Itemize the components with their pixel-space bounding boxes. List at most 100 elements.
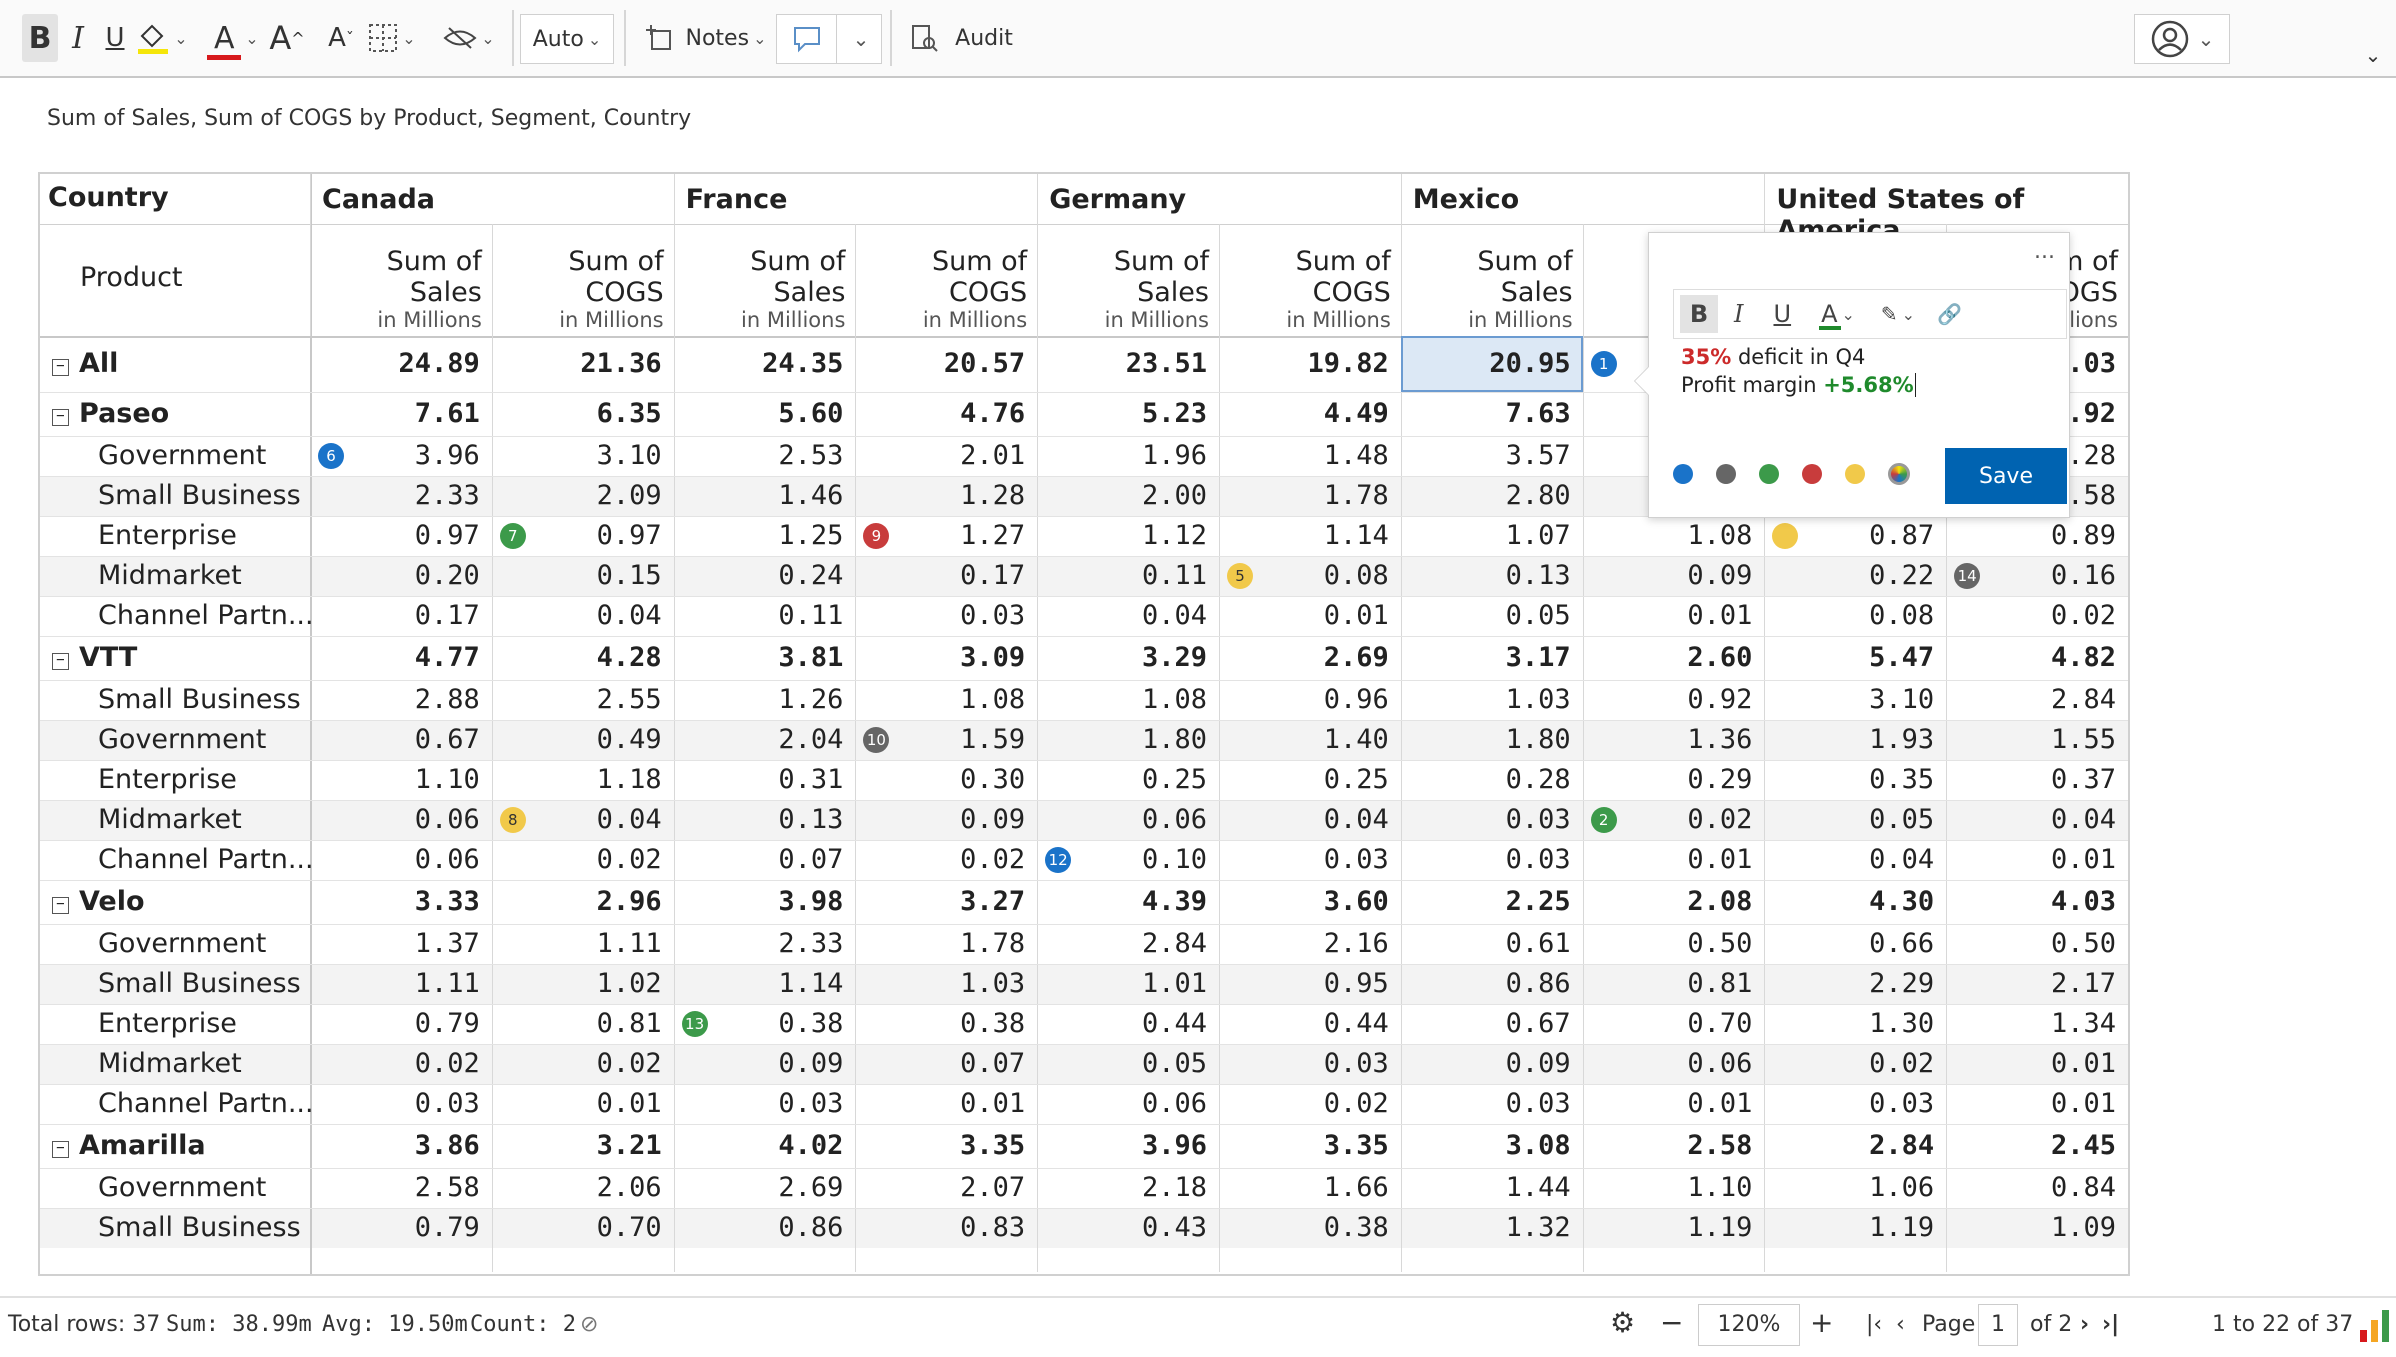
row-label[interactable]: − VTT <box>52 638 137 678</box>
table-cell[interactable]: 0.09 <box>855 800 1037 840</box>
table-cell[interactable]: 0.61 <box>1401 924 1583 964</box>
table-cell[interactable]: 0.81 <box>1583 964 1765 1004</box>
table-cell[interactable]: 3.86 <box>310 1126 492 1166</box>
table-cell[interactable]: 4.49 <box>1219 394 1401 434</box>
color-swatch[interactable] <box>1716 464 1736 484</box>
table-cell[interactable]: 2.07 <box>855 1168 1037 1208</box>
note-badge[interactable]: 13 <box>681 1011 708 1037</box>
note-badge[interactable]: 7 <box>499 523 526 549</box>
table-cell[interactable]: 2.17 <box>1946 964 2128 1004</box>
table-cell[interactable]: 0.02 <box>1764 1044 1946 1084</box>
table-cell[interactable]: 0.04 <box>1037 596 1219 636</box>
table-cell[interactable]: 0.17 <box>855 556 1037 596</box>
table-cell[interactable]: 0.05 <box>1037 1044 1219 1084</box>
table-cell[interactable]: 2.88 <box>310 680 492 720</box>
table-cell[interactable]: 3.10 <box>1764 680 1946 720</box>
table-cell[interactable]: 0.02 <box>1946 596 2128 636</box>
table-cell[interactable]: 0.70 <box>1583 1004 1765 1044</box>
table-cell[interactable]: 2.96 <box>492 882 674 922</box>
audit-button[interactable]: Audit <box>906 14 1016 62</box>
table-cell[interactable]: 0.79 <box>310 1208 492 1248</box>
note-font-color-button[interactable]: A <box>1819 300 1842 330</box>
table-cell[interactable]: 1.25 <box>674 516 856 556</box>
table-cell[interactable]: 0.89 <box>1946 516 2128 556</box>
table-cell[interactable]: 0.06 <box>1037 800 1219 840</box>
last-page-button[interactable]: ›| <box>2102 1312 2119 1337</box>
collapse-icon[interactable]: − <box>52 409 69 426</box>
table-cell[interactable]: 1.19 <box>1583 1208 1765 1248</box>
zoom-out-button[interactable]: − <box>1660 1306 1683 1339</box>
table-cell[interactable]: 7.63 <box>1401 394 1583 434</box>
table-cell[interactable]: 2.80 <box>1401 476 1583 516</box>
table-cell[interactable]: 0.01 <box>1583 596 1765 636</box>
table-cell[interactable]: 0.03 <box>855 596 1037 636</box>
table-cell[interactable]: 2.84 <box>1946 680 2128 720</box>
first-page-button[interactable]: |‹ <box>1866 1312 1882 1337</box>
table-cell[interactable]: 1.78 <box>1219 476 1401 516</box>
table-cell[interactable]: 1.55 <box>1946 720 2128 760</box>
table-cell[interactable]: 3.27 <box>855 882 1037 922</box>
table-cell[interactable]: 1.36 <box>1583 720 1765 760</box>
table-cell[interactable]: 0.04 <box>1946 800 2128 840</box>
table-cell[interactable]: 4.77 <box>310 638 492 678</box>
table-cell[interactable]: 0.02 <box>1219 1084 1401 1124</box>
italic-button[interactable]: I <box>62 14 94 62</box>
table-cell[interactable]: 0.02 <box>310 1044 492 1084</box>
table-cell[interactable]: 2.18 <box>1037 1168 1219 1208</box>
table-cell[interactable]: 2.60 <box>1583 638 1765 678</box>
table-cell[interactable]: 2.33 <box>310 476 492 516</box>
table-cell[interactable]: 0.01 <box>1946 1044 2128 1084</box>
table-cell[interactable]: 0.04 <box>1219 800 1401 840</box>
table-cell[interactable]: 19.82 <box>1219 344 1401 384</box>
table-cell[interactable]: 0.86 <box>674 1208 856 1248</box>
table-cell[interactable]: 3.10 <box>492 436 674 476</box>
table-cell[interactable]: 1.66 <box>1219 1168 1401 1208</box>
table-cell[interactable]: 0.50 <box>1583 924 1765 964</box>
table-cell[interactable]: 0.38 <box>1219 1208 1401 1248</box>
table-cell[interactable]: 5.47 <box>1764 638 1946 678</box>
table-cell[interactable]: 1.03 <box>855 964 1037 1004</box>
user-menu[interactable]: ⌄ <box>2134 14 2230 64</box>
note-badge[interactable]: 6 <box>318 443 344 469</box>
table-cell[interactable]: 1.78 <box>855 924 1037 964</box>
table-cell[interactable]: 0.70 <box>492 1208 674 1248</box>
table-cell[interactable]: 0.11 <box>1037 556 1219 596</box>
table-cell[interactable]: 2.58 <box>310 1168 492 1208</box>
table-cell[interactable]: 3.35 <box>855 1126 1037 1166</box>
table-cell[interactable]: 1.09 <box>1946 1208 2128 1248</box>
increase-font-button[interactable]: A ^ <box>268 14 306 62</box>
row-label[interactable]: − Amarilla <box>52 1126 206 1166</box>
table-cell[interactable]: 2.01 <box>855 436 1037 476</box>
table-cell[interactable]: 24.89 <box>310 344 492 384</box>
table-cell[interactable]: 0.15 <box>492 556 674 596</box>
table-cell[interactable]: 0.92 <box>1583 680 1765 720</box>
table-cell[interactable]: 2.53 <box>674 436 856 476</box>
table-cell[interactable]: 20.95 <box>1401 344 1583 384</box>
table-cell[interactable]: 0.04 <box>492 596 674 636</box>
collapse-icon[interactable]: − <box>52 653 69 670</box>
table-cell[interactable]: 1.14 <box>674 964 856 1004</box>
table-cell[interactable]: 23.51 <box>1037 344 1219 384</box>
table-cell[interactable]: 0.31 <box>674 760 856 800</box>
table-cell[interactable]: 1.96 <box>1037 436 1219 476</box>
table-cell[interactable]: 0.07 <box>855 1044 1037 1084</box>
row-label[interactable]: − Velo <box>52 882 145 922</box>
table-cell[interactable]: 0.06 <box>1583 1044 1765 1084</box>
note-badge[interactable]: 5 <box>1227 563 1253 589</box>
table-cell[interactable]: 1.08 <box>1583 516 1765 556</box>
notes-dropdown[interactable]: Notes ⌄ <box>640 14 770 62</box>
table-cell[interactable]: 1.14 <box>1219 516 1401 556</box>
table-cell[interactable]: 3.96 <box>1037 1126 1219 1166</box>
table-cell[interactable]: 2.33 <box>674 924 856 964</box>
collapse-toolbar-button[interactable]: ⌄ <box>2358 40 2388 70</box>
table-cell[interactable]: 0.09 <box>674 1044 856 1084</box>
table-cell[interactable]: 5.23 <box>1037 394 1219 434</box>
table-cell[interactable]: 1.06 <box>1764 1168 1946 1208</box>
table-cell[interactable]: 0.04 <box>1764 840 1946 880</box>
next-page-button[interactable]: › <box>2080 1312 2089 1337</box>
table-cell[interactable]: 1.48 <box>1219 436 1401 476</box>
color-swatch[interactable] <box>1759 464 1779 484</box>
row-label[interactable]: − All <box>52 344 118 384</box>
table-cell[interactable]: 24.35 <box>674 344 856 384</box>
table-cell[interactable]: 1.30 <box>1764 1004 1946 1044</box>
